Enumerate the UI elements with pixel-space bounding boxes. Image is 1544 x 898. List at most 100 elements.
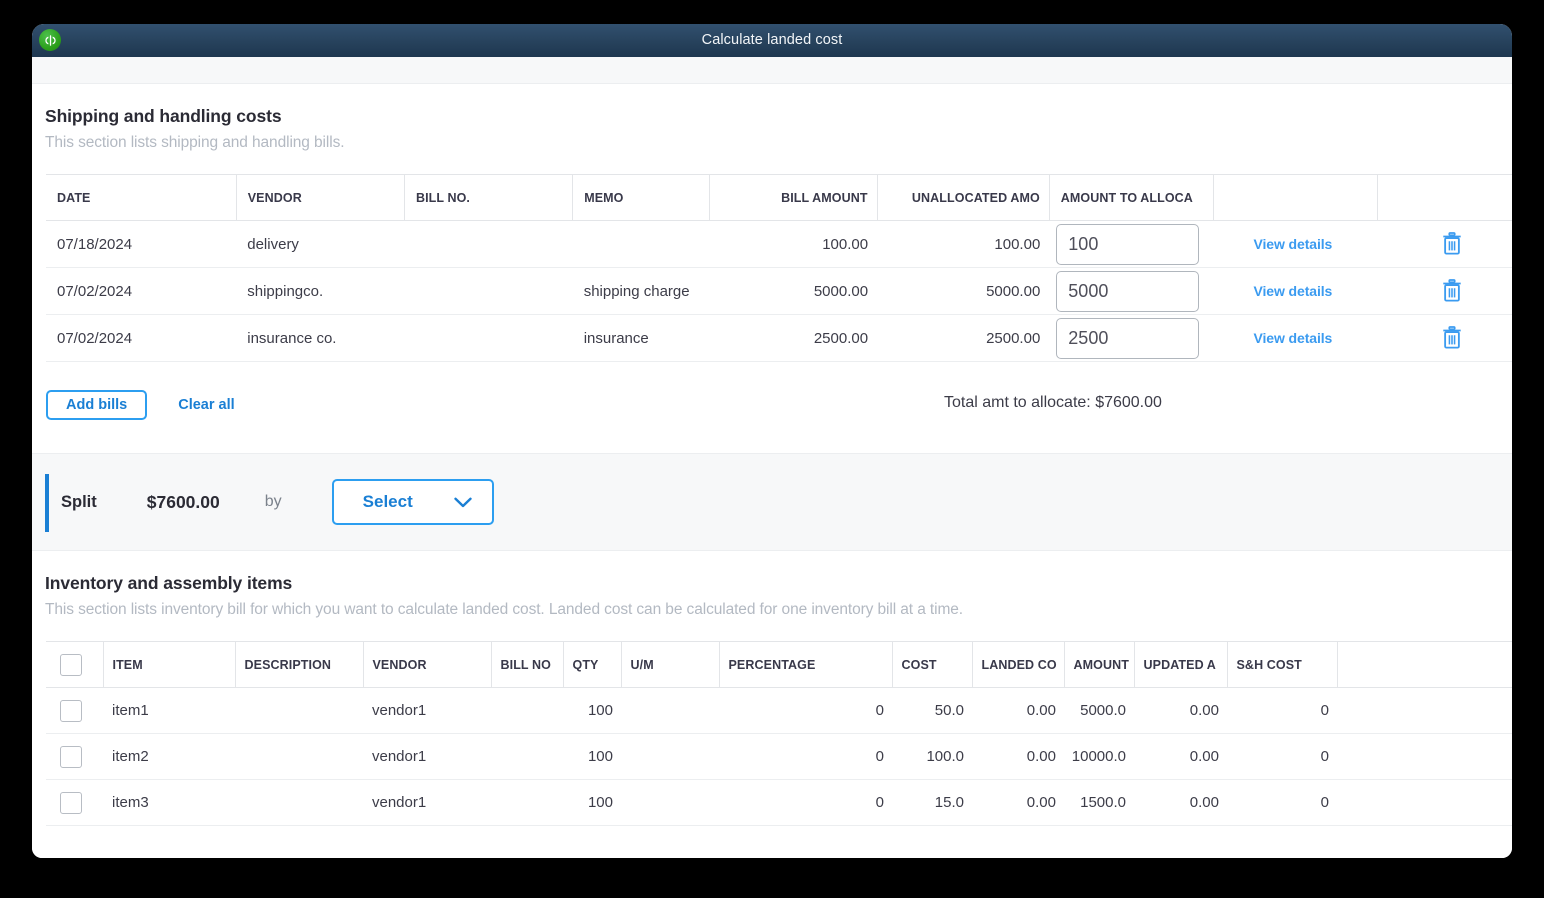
cell-unallocated-amount: 100.00 <box>877 220 1050 268</box>
cell-bill-amount: 100.00 <box>709 220 878 268</box>
cell-cost: 100.0 <box>892 733 972 780</box>
cell-amount: 1500.0 <box>1064 779 1134 826</box>
trash-icon[interactable] <box>1441 326 1463 350</box>
table-row: 07/02/2024 insurance co. insurance 2500.… <box>46 314 1512 362</box>
cell-amount: 5000.0 <box>1064 687 1134 734</box>
cell-memo: shipping charge <box>572 267 710 315</box>
column-header-spacer <box>1337 641 1512 688</box>
clear-all-link[interactable]: Clear all <box>178 397 234 413</box>
amount-to-allocate-input[interactable] <box>1056 223 1200 265</box>
window-body: Shipping and handling costs This section… <box>32 84 1512 858</box>
column-header-select-all <box>46 641 104 688</box>
shipping-table-header-row: DATE VENDOR BILL NO. MEMO BILL AMOUNT UN… <box>46 174 1512 221</box>
cell-spacer <box>1337 687 1512 734</box>
column-header-view-details <box>1213 174 1379 221</box>
cell-amount: 10000.0 <box>1064 733 1134 780</box>
cell-bill-no <box>404 220 573 268</box>
column-header-updated-amount[interactable]: UPDATED A <box>1134 641 1228 688</box>
table-row: 07/18/2024 delivery 100.00 100.00 View d… <box>46 220 1512 268</box>
column-header-memo[interactable]: MEMO <box>572 174 711 221</box>
cell-memo <box>572 220 710 268</box>
add-bills-button[interactable]: Add bills <box>46 390 148 420</box>
column-header-sh-cost[interactable]: S&H COST <box>1227 641 1338 688</box>
inventory-section-title: Inventory and assembly items <box>45 573 293 593</box>
cell-select <box>46 687 103 734</box>
trash-icon[interactable] <box>1441 232 1463 256</box>
cell-unallocated-amount: 2500.00 <box>877 314 1050 362</box>
inventory-items-table: ITEM DESCRIPTION VENDOR BILL NO QTY U/M … <box>46 641 1512 826</box>
column-header-percentage[interactable]: PERCENTAGE <box>719 641 893 688</box>
column-header-qty[interactable]: QTY <box>563 641 622 688</box>
cell-vendor: vendor1 <box>363 779 491 826</box>
cell-select <box>46 733 103 780</box>
cell-vendor: delivery <box>236 220 405 268</box>
cell-bill-no <box>491 779 563 826</box>
window-title: Calculate landed cost <box>701 32 843 48</box>
split-by-label: by <box>264 493 282 510</box>
cell-spacer <box>1337 733 1512 780</box>
cell-select <box>46 779 103 826</box>
calculate-landed-cost-window: Calculate landed cost Shipping and handl… <box>32 24 1512 858</box>
cell-cost: 50.0 <box>892 687 972 734</box>
row-checkbox[interactable] <box>60 699 82 722</box>
column-header-vendor[interactable]: VENDOR <box>363 641 492 688</box>
cell-amount-to-allocate <box>1049 220 1214 268</box>
cell-percentage: 0 <box>719 733 892 780</box>
column-header-landed-cost[interactable]: LANDED CO <box>972 641 1065 688</box>
cell-delete <box>1377 267 1512 315</box>
cell-item: item1 <box>103 687 235 734</box>
column-header-bill-no[interactable]: BILL NO <box>491 641 564 688</box>
cell-um <box>621 687 719 734</box>
column-header-bill-amount[interactable]: BILL AMOUNT <box>709 174 878 221</box>
table-row: 07/02/2024 shippingco. shipping charge 5… <box>46 267 1512 315</box>
cell-memo: insurance <box>572 314 710 362</box>
cell-cost: 15.0 <box>892 779 972 826</box>
select-all-checkbox[interactable] <box>60 653 82 676</box>
column-header-cost[interactable]: COST <box>892 641 973 688</box>
cell-description <box>235 733 363 780</box>
amount-to-allocate-input[interactable] <box>1056 317 1200 359</box>
split-label: Split <box>61 492 97 511</box>
cell-updated-amount: 0.00 <box>1134 687 1227 734</box>
cell-bill-no <box>491 733 563 780</box>
column-header-bill-no[interactable]: BILL NO. <box>404 174 574 221</box>
view-details-link[interactable]: View details <box>1214 236 1333 252</box>
cell-bill-amount: 5000.00 <box>709 267 878 315</box>
cell-sh-cost: 0 <box>1227 779 1337 826</box>
column-header-date[interactable]: DATE <box>46 174 237 221</box>
column-header-vendor[interactable]: VENDOR <box>236 174 405 221</box>
view-details-link[interactable]: View details <box>1214 330 1333 346</box>
cell-description <box>235 687 363 734</box>
cell-bill-amount: 2500.00 <box>709 314 878 362</box>
cell-vendor: vendor1 <box>363 687 491 734</box>
cell-qty: 100 <box>563 687 621 734</box>
row-checkbox[interactable] <box>60 745 82 768</box>
split-by-select-value: Select <box>362 492 413 511</box>
cell-amount-to-allocate <box>1049 267 1214 315</box>
cell-amount-to-allocate <box>1049 314 1214 362</box>
window-titlebar: Calculate landed cost <box>32 24 1512 57</box>
amount-to-allocate-input[interactable] <box>1056 270 1200 312</box>
view-details-link[interactable]: View details <box>1214 283 1333 299</box>
cell-spacer <box>1337 779 1512 826</box>
table-row: item3 vendor1 100 0 15.0 0.00 1500.0 0.0… <box>46 779 1512 826</box>
column-header-unallocated-amount[interactable]: UNALLOCATED AMO <box>877 174 1050 221</box>
cell-bill-no <box>491 687 563 734</box>
cell-qty: 100 <box>563 733 621 780</box>
cell-delete <box>1377 314 1512 362</box>
trash-icon[interactable] <box>1441 279 1463 303</box>
column-header-item[interactable]: ITEM <box>103 641 236 688</box>
column-header-actions <box>1377 174 1512 221</box>
column-header-description[interactable]: DESCRIPTION <box>235 641 364 688</box>
column-header-amount[interactable]: AMOUNT <box>1064 641 1135 688</box>
split-by-select[interactable]: Select <box>331 479 494 525</box>
cell-view-details: View details <box>1213 220 1378 268</box>
row-checkbox[interactable] <box>60 791 82 814</box>
column-header-um[interactable]: U/M <box>621 641 720 688</box>
cell-bill-no <box>404 267 573 315</box>
cell-view-details: View details <box>1213 267 1378 315</box>
column-header-amount-to-allocate[interactable]: AMOUNT TO ALLOCA <box>1049 174 1215 221</box>
cell-unallocated-amount: 5000.00 <box>877 267 1050 315</box>
shipping-section-subtitle: This section lists shipping and handling… <box>45 134 345 151</box>
total-amount-to-allocate: Total amt to allocate: $7600.00 <box>944 394 1162 411</box>
